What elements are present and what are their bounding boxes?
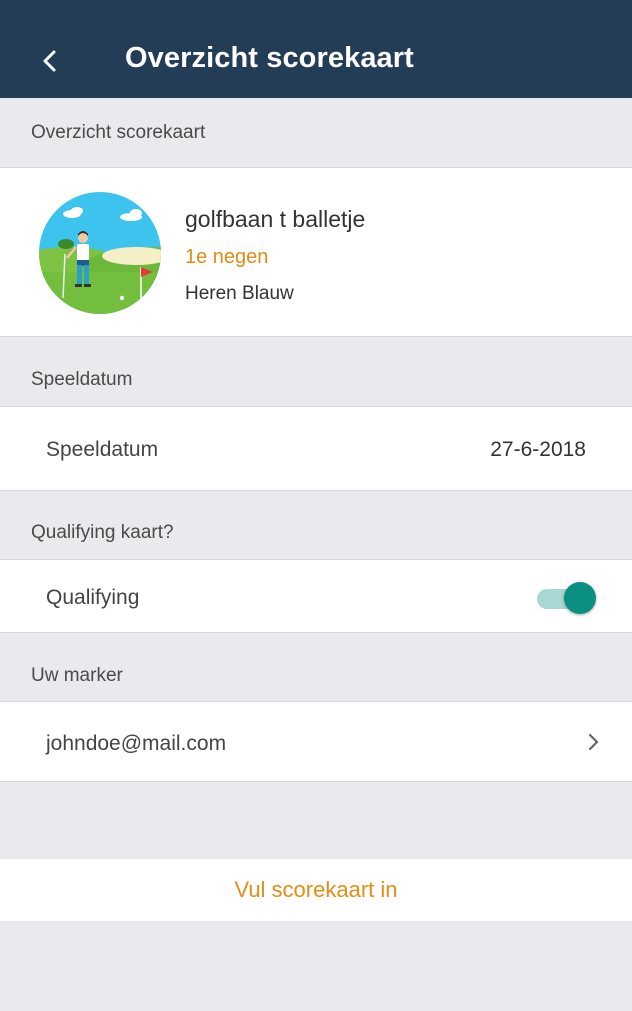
qualifying-toggle[interactable] [537, 581, 599, 615]
play-date-value: 27-6-2018 [490, 438, 586, 461]
section-header-play-date: Speeldatum [31, 369, 133, 390]
chevron-left-icon [43, 50, 56, 72]
marker-email: johndoe@mail.com [46, 732, 227, 755]
play-date-label: Speeldatum [46, 438, 159, 461]
section-header-marker: Uw marker [31, 665, 123, 686]
qualifying-row: Qualifying [0, 559, 632, 633]
back-button[interactable] [30, 36, 70, 86]
play-date-row[interactable]: Speeldatum 27-6-2018 [0, 406, 632, 491]
course-card: golfbaan t balletje 1e negen Heren Blauw [0, 167, 632, 337]
golfer-avatar-icon [39, 192, 161, 314]
section-header-overview: Overzicht scorekaart [31, 122, 206, 143]
chevron-right-icon [588, 733, 599, 751]
app-bar: Overzicht scorekaart [0, 0, 632, 98]
qualifying-label: Qualifying [46, 586, 140, 609]
course-subtitle: 1e negen [185, 246, 269, 268]
page-title: Overzicht scorekaart [125, 42, 414, 74]
toggle-knob [564, 582, 596, 614]
section-header-qualifying: Qualifying kaart? [31, 522, 174, 543]
course-tee: Heren Blauw [185, 283, 294, 304]
fill-scorecard-button[interactable]: Vul scorekaart in [0, 859, 632, 921]
marker-row[interactable]: johndoe@mail.com [0, 701, 632, 782]
course-name: golfbaan t balletje [185, 206, 366, 232]
